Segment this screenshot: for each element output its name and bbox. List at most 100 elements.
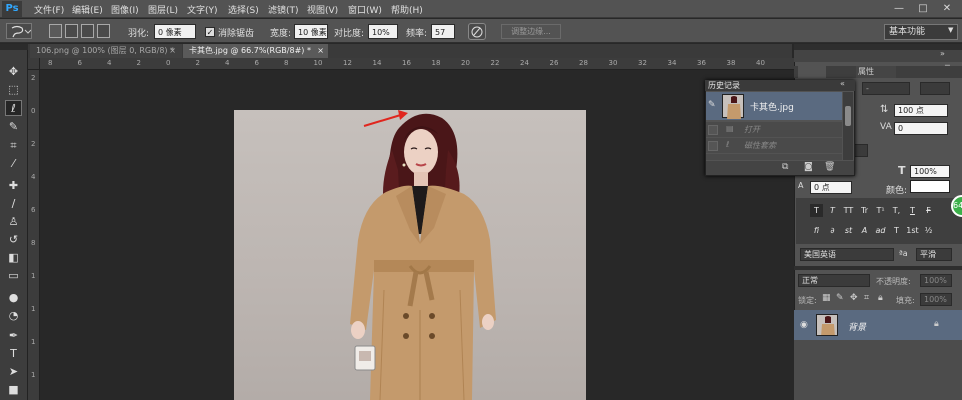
tab-close-icon[interactable]: ×	[317, 44, 324, 58]
menu-file[interactable]: 文件(F)	[34, 3, 64, 16]
feather-input[interactable]: 0 像素	[154, 24, 196, 39]
tab-properties[interactable]: 属性	[856, 66, 896, 78]
eraser-icon[interactable]: ◧	[5, 250, 22, 266]
menu-window[interactable]: 窗口(W)	[348, 3, 382, 16]
add-selection-icon[interactable]	[65, 24, 78, 38]
lock-all-icon[interactable]: 🔒︎	[878, 293, 883, 303]
strikethrough-button[interactable]: F	[922, 204, 935, 217]
shape-tool-icon[interactable]: ■	[5, 382, 22, 398]
subtract-selection-icon[interactable]	[81, 24, 94, 38]
tab-character[interactable]	[798, 66, 826, 78]
font-size-select[interactable]	[920, 82, 950, 95]
stylistic-alt-button[interactable]: A	[858, 224, 871, 237]
history-brush-source-icon[interactable]: ✎	[708, 100, 716, 110]
subscript-button[interactable]: T,	[890, 204, 903, 217]
history-source-checkbox[interactable]	[708, 125, 718, 135]
menu-edit[interactable]: 编辑(E)	[72, 3, 103, 16]
frequency-input[interactable]: 57	[431, 24, 455, 39]
new-selection-icon[interactable]	[49, 24, 62, 38]
blur-tool-icon[interactable]: ●	[5, 290, 22, 306]
ordinal-button[interactable]: 1st	[906, 224, 919, 237]
toolbar-grip[interactable]	[0, 44, 28, 50]
maximize-button[interactable]: □	[912, 1, 934, 16]
dodge-tool-icon[interactable]: ◔	[5, 308, 22, 324]
text-color-swatch[interactable]	[910, 180, 950, 193]
superscript-button[interactable]: T¹	[874, 204, 887, 217]
baseline-shift-input[interactable]: 0 点	[810, 181, 852, 194]
eyedropper-icon[interactable]: ⁄	[5, 156, 22, 172]
history-scrollbar[interactable]	[843, 92, 853, 160]
document-image[interactable]	[234, 110, 586, 400]
lock-position-icon[interactable]: ✥	[850, 293, 858, 303]
all-caps-button[interactable]: TT	[842, 204, 855, 217]
close-button[interactable]: ✕	[936, 1, 958, 16]
size-input[interactable]: 100 点	[894, 104, 948, 117]
healing-brush-icon[interactable]: ✚	[5, 178, 22, 194]
ruler-horizontal[interactable]	[40, 58, 794, 70]
history-collapse-icon[interactable]: «	[840, 79, 845, 88]
swash-button[interactable]: st	[842, 224, 855, 237]
small-caps-button[interactable]: Tr	[858, 204, 871, 217]
quick-select-icon[interactable]: ✎	[5, 119, 22, 135]
menu-filter[interactable]: 滤镜(T)	[268, 3, 299, 16]
ligature-button[interactable]: fi	[810, 224, 823, 237]
history-brush-icon[interactable]: ↺	[5, 232, 22, 248]
pen-tool-icon[interactable]: ✒	[5, 328, 22, 344]
lock-artboard-icon[interactable]: ⌗	[864, 293, 869, 303]
path-select-icon[interactable]: ➤	[5, 364, 22, 380]
faux-italic-button[interactable]: T	[826, 204, 839, 217]
history-scroll-thumb[interactable]	[845, 106, 851, 126]
lock-pixels-icon[interactable]: ✎	[836, 293, 844, 303]
brush-tool-icon[interactable]: ∕	[5, 196, 22, 212]
tab-close-icon[interactable]: ×	[169, 44, 176, 58]
ruler-origin[interactable]	[28, 58, 40, 70]
visibility-eye-icon[interactable]: ◉	[800, 320, 808, 330]
gradient-tool-icon[interactable]: ▭	[5, 268, 22, 284]
pen-pressure-button[interactable]	[468, 23, 486, 40]
menu-image[interactable]: 图像(I)	[111, 3, 139, 16]
workspace-select[interactable]: 基本功能	[884, 24, 958, 40]
faux-bold-button[interactable]: T	[810, 204, 823, 217]
menu-help[interactable]: 帮助(H)	[391, 3, 423, 16]
tab-106-png[interactable]: 106.png @ 100% (图层 0, RGB/8) * ×	[30, 44, 182, 58]
titling-button[interactable]: ad	[874, 224, 887, 237]
minimize-button[interactable]: —	[888, 1, 910, 16]
font-style-select[interactable]: -	[862, 82, 910, 95]
opacity-input[interactable]: 100%	[920, 274, 952, 287]
blend-mode-select[interactable]: 正常	[798, 274, 870, 287]
menu-layer[interactable]: 图层(L)	[148, 3, 178, 16]
tracking-input[interactable]: 0	[894, 122, 948, 135]
refine-edge-button[interactable]: 调整边缘...	[501, 24, 561, 39]
move-tool-icon[interactable]: ✥	[5, 64, 22, 80]
lasso-tool-icon[interactable]: ℓ	[5, 100, 22, 116]
trash-icon[interactable]: 🗑︎	[824, 162, 835, 172]
fill-input[interactable]: 100%	[920, 293, 952, 306]
contrast-input[interactable]: 10%	[368, 24, 398, 39]
underline-button[interactable]: T	[906, 204, 919, 217]
menu-type[interactable]: 文字(Y)	[187, 3, 218, 16]
clone-stamp-icon[interactable]: ♙	[5, 214, 22, 230]
antialias-checkbox[interactable]: ✓	[205, 27, 215, 37]
old-style-button[interactable]: ∂	[826, 224, 839, 237]
history-source-checkbox[interactable]	[708, 141, 718, 151]
language-select[interactable]: 美国英语	[800, 248, 894, 261]
crop-tool-icon[interactable]: ⌗	[5, 138, 22, 154]
type-tool-icon[interactable]: T	[5, 346, 22, 362]
width-input[interactable]: 10 像素	[294, 24, 328, 39]
ornament-button[interactable]: T	[890, 224, 903, 237]
vertical-scale-input[interactable]: 100%	[910, 165, 950, 178]
intersect-selection-icon[interactable]	[97, 24, 110, 38]
menu-select[interactable]: 选择(S)	[228, 3, 259, 16]
marquee-tool-icon[interactable]: ⬚	[5, 82, 22, 98]
menu-view[interactable]: 视图(V)	[307, 3, 338, 16]
tab-khaki-jpg[interactable]: 卡其色.jpg @ 66.7%(RGB/8#) * ×	[183, 44, 328, 58]
snapshot-camera-icon[interactable]: ◙	[804, 162, 813, 172]
collapse-icon[interactable]: »	[940, 49, 945, 58]
new-document-from-state-icon[interactable]: ⧉	[782, 162, 788, 172]
history-title[interactable]: 历史记录	[708, 80, 740, 91]
layer-name[interactable]: 背景	[848, 320, 866, 333]
tool-preset-picker[interactable]	[6, 23, 32, 39]
antialias-select[interactable]: 平滑	[916, 248, 952, 261]
fraction-button[interactable]: ½	[922, 224, 935, 237]
lock-transparency-icon[interactable]: ▦	[822, 293, 831, 303]
